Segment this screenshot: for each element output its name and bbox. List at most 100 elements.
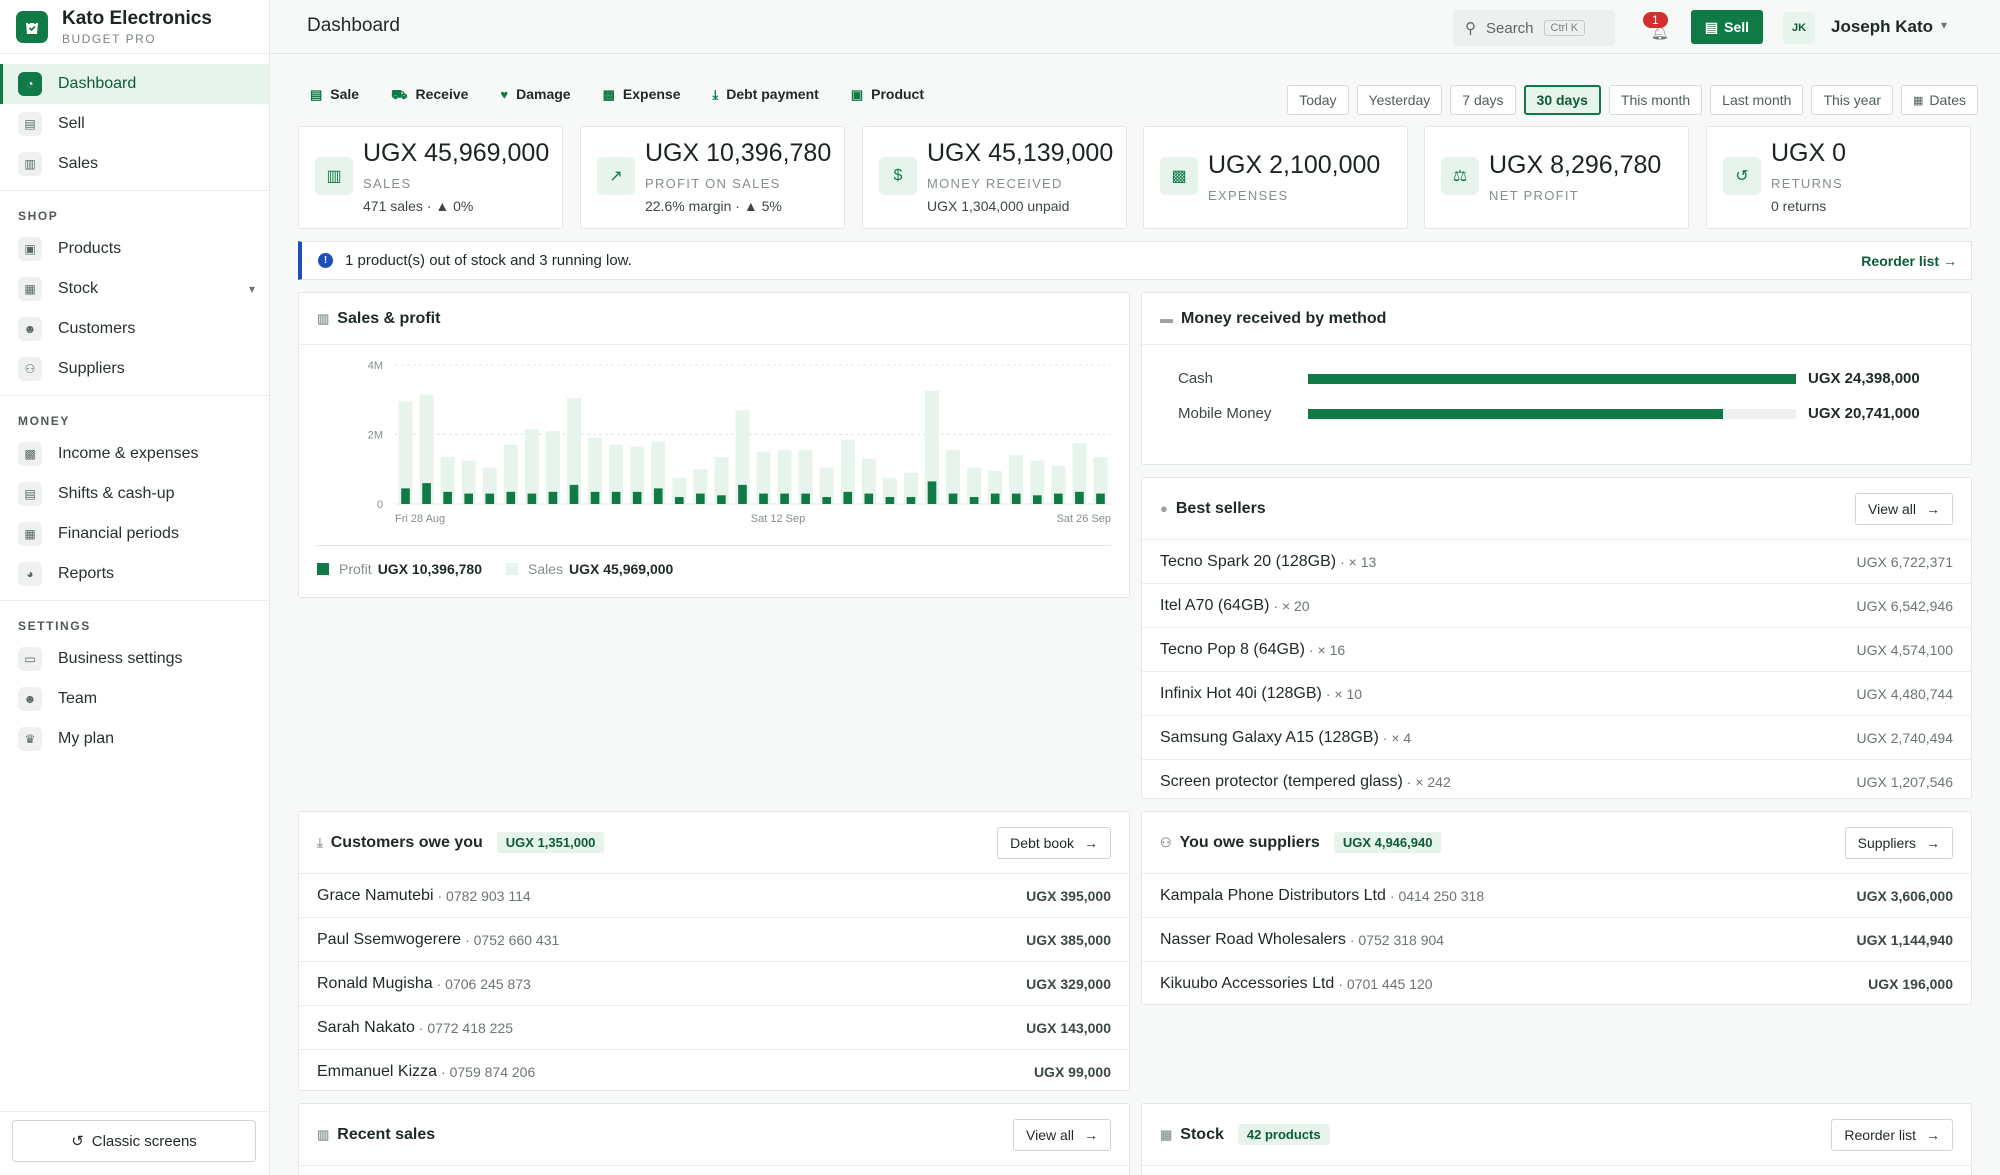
list-item[interactable]: Tecno Spark 20 (128GB) · × 13 UGX 6,722,37… (1142, 540, 1971, 584)
sidebar-item-label: Products (58, 240, 122, 257)
range-7-days[interactable]: 7 days (1450, 85, 1516, 115)
profit-bar (464, 493, 474, 504)
table-row[interactable]: Paul Ssemwogerere · 0752 660 431 UGX 385,0… (299, 918, 1129, 962)
action-label: Product (871, 86, 924, 102)
button-label: Reorder list (1844, 1126, 1916, 1143)
list-item[interactable]: Samsung Galaxy A15 (128GB) · × 4 UGX 2,740… (1142, 716, 1971, 760)
action-receive-button[interactable]: ⛟ Receive (391, 86, 468, 105)
fire-icon: ● (1160, 501, 1168, 516)
sidebar-item-customers[interactable]: ☻ Customers (0, 309, 269, 349)
sidebar-item-reports[interactable]: ◕ Reports (0, 554, 269, 594)
profit-bar (632, 491, 642, 504)
kpi-sales[interactable]: ▥ UGX 45,969,000 SALES 471 sales · ▲ 0% (298, 126, 563, 229)
kpi-net-profit[interactable]: ⚖ UGX 8,296,780 NET PROFIT (1424, 126, 1689, 229)
list-item[interactable]: Itel A70 (64GB) · × 20 UGX 6,542,946 (1142, 584, 1971, 628)
panel-title: You owe suppliers (1179, 833, 1320, 851)
search-input[interactable]: ⚲ Search Ctrl K (1453, 10, 1615, 46)
sidebar-item-label: Sales (58, 155, 99, 172)
supplier-phone: · 0752 318 904 (1349, 931, 1445, 948)
list-item[interactable]: Screen protector (tempered glass) · × 242… (1142, 760, 1971, 804)
avatar[interactable]: JK (1783, 12, 1815, 44)
view-all-recent-sales-button[interactable]: View all → (1013, 1118, 1111, 1151)
table-row[interactable]: Emmanuel Kizza · 0759 874 206 UGX 99,000 (299, 1050, 1129, 1094)
sidebar-item-sales[interactable]: ▥ Sales (0, 144, 269, 184)
sidebar-item-business-settings[interactable]: ▭ Business settings (0, 639, 269, 679)
kpi-money-received[interactable]: $ UGX 45,139,000 MONEY RECEIVED UGX 1,30… (862, 126, 1127, 229)
sidebar-item-financial-periods[interactable]: ▦ Financial periods (0, 514, 269, 554)
debt-book-button[interactable]: Debt book → (997, 826, 1111, 859)
action-damage-button[interactable]: ♥ Damage (500, 86, 570, 105)
range-today[interactable]: Today (1287, 85, 1349, 115)
brand[interactable]: Kato Electronics BUDGET PRO (0, 0, 269, 54)
range-this-year[interactable]: This year (1811, 85, 1894, 115)
user-name[interactable]: Joseph Kato (1831, 17, 1933, 37)
panel-title: Recent sales (337, 1125, 436, 1143)
info-icon: ! (318, 253, 333, 268)
range-yesterday[interactable]: Yesterday (1356, 85, 1443, 115)
kpi-returns[interactable]: ↺ UGX 0 RETURNS 0 returns (1706, 126, 1971, 229)
kpi-label: EXPENSES (1208, 188, 1289, 203)
table-row[interactable]: Nasser Road Wholesalers · 0752 318 904 UGX… (1142, 918, 1971, 962)
register-icon: ▤ (310, 87, 323, 102)
range-30-days[interactable]: 30 days (1523, 85, 1601, 115)
reorder-list-button[interactable]: Reorder list → (1831, 1118, 1953, 1151)
range-dates[interactable]: ▦ Dates (1901, 85, 1978, 115)
sidebar-item-dashboard[interactable]: ◔ Dashboard (0, 64, 269, 104)
table-row[interactable]: Kikuubo Accessories Ltd · 0701 445 120 UGX… (1142, 962, 1971, 1006)
table-row[interactable]: Kampala Phone Distributors Ltd · 0414 250… (1142, 874, 1971, 918)
range-this-month[interactable]: This month (1608, 85, 1703, 115)
money-icon: ▩ (1160, 157, 1198, 195)
list-item[interactable]: Tecno Pop 8 (64GB) · × 16 UGX 4,574,100 (1142, 628, 1971, 672)
kpi-profit[interactable]: ↗ UGX 10,396,780 PROFIT ON SALES 22.6% m… (580, 126, 845, 229)
panel-title: Customers owe you (330, 833, 483, 851)
best-sellers-panel: ● Best sellers View all → Tecno Spark 20 (… (1141, 477, 1972, 799)
debt-amount: UGX 385,000 (1026, 931, 1111, 948)
debt-amount: UGX 395,000 (1026, 887, 1111, 904)
range-last-month[interactable]: Last month (1710, 85, 1804, 115)
view-all-best-sellers-button[interactable]: View all → (1855, 492, 1953, 525)
table-row[interactable]: Ronald Mugisha · 0706 245 873 UGX 329,000 (299, 962, 1129, 1006)
table-row[interactable]: Sarah Nakato · 0772 418 225 UGX 143,000 (299, 1006, 1129, 1050)
sidebar-item-suppliers[interactable]: ⚇ Suppliers (0, 349, 269, 389)
reorder-list-link[interactable]: Reorder list → (1861, 253, 1957, 269)
product-name: Itel A70 (64GB) (1160, 596, 1270, 614)
sidebar-item-shifts[interactable]: ▤ Shifts & cash-up (0, 474, 269, 514)
legend-swatch-profit (317, 563, 329, 575)
customer-name: Ronald Mugisha (317, 974, 433, 992)
warehouse-icon: ▦ (18, 277, 42, 301)
notifications-button[interactable]: 🔔︎ 1 (1643, 12, 1675, 44)
kpi-expenses[interactable]: ▩ UGX 2,100,000 EXPENSES (1143, 126, 1408, 229)
button-label: View all (1026, 1126, 1074, 1143)
chevron-down-icon[interactable]: ▾ (1941, 18, 1947, 32)
pie-chart-icon: ◕ (18, 562, 42, 586)
profit-bar (1096, 493, 1105, 504)
suppliers-button[interactable]: Suppliers → (1844, 826, 1953, 859)
classic-screens-button[interactable]: ↺ Classic screens (12, 1120, 256, 1162)
brand-plan: BUDGET PRO (62, 31, 157, 46)
action-expense-button[interactable]: ▩ Expense (603, 86, 681, 105)
action-debt-payment-button[interactable]: ⤓ Debt payment (712, 86, 818, 105)
sidebar-item-team[interactable]: ☻ Team (0, 679, 269, 719)
profit-bar (864, 493, 874, 504)
sidebar-item-my-plan[interactable]: ♛ My plan (0, 719, 269, 759)
table-row[interactable]: Grace Namutebi · 0782 903 114 UGX 395,000 (299, 874, 1129, 918)
sidebar-item-income-expenses[interactable]: ▩ Income & expenses (0, 434, 269, 474)
method-name: Cash (1178, 370, 1214, 387)
kpi-value: UGX 10,396,780 (645, 139, 832, 167)
register-icon: ▤ (18, 112, 42, 136)
sidebar-item-products[interactable]: ▣ Products (0, 229, 269, 269)
chevron-down-icon[interactable]: ▾ (249, 282, 255, 296)
wallet-icon: ▬ (1160, 311, 1173, 326)
profit-bar (590, 491, 600, 504)
profit-bar (843, 491, 853, 504)
bar-chart-icon: ▥ (317, 310, 330, 326)
action-product-button[interactable]: ▣ Product (851, 86, 924, 105)
action-sale-button[interactable]: ▤ Sale (310, 86, 359, 105)
sell-button[interactable]: ▤ Sell (1691, 10, 1763, 44)
sidebar-item-sell[interactable]: ▤ Sell (0, 104, 269, 144)
receipt-icon: ▥ (18, 152, 42, 176)
sidebar-item-stock[interactable]: ▦ Stock ▾ (0, 269, 269, 309)
list-item[interactable]: Infinix Hot 40i (128GB) · × 10 UGX 4,480,7… (1142, 672, 1971, 716)
search-shortcut: Ctrl K (1543, 20, 1586, 36)
profit-bar (1054, 493, 1063, 504)
